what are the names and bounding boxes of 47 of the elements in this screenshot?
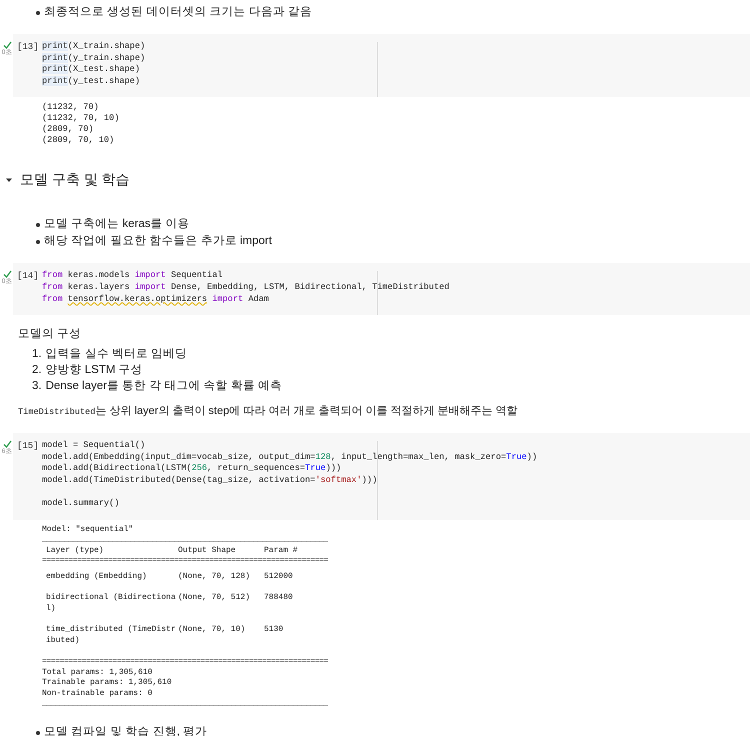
table-cell-text: 512000 xyxy=(264,572,294,582)
output-line: (2809, 70) xyxy=(42,124,95,136)
list-number: 1. xyxy=(32,347,42,362)
param-total: Trainable params: 1,305,610 xyxy=(42,678,173,689)
list-number: 3. xyxy=(32,379,42,394)
bullet-text: 최종적으로 생성된 데이터셋의 크기는 다음과 같음 xyxy=(44,6,312,18)
table-cell-text: 788480 xyxy=(264,593,294,604)
table-rule: ================================================================= xyxy=(42,556,328,567)
column-header: Output Shape xyxy=(178,546,237,556)
code-editor[interactable]: model = Sequential() model.add(Embedding(input_dim=vocab_size, output_dim=128, input_length=max_len, mask_zero=True)) model.add(Bidirectional(LSTM(256, return_sequences=True))) model.add(TimeDistributed(Dense(tag_size, activation='softmax'))) model.summary() xyxy=(42,433,538,520)
column-header: Param # xyxy=(264,546,299,556)
output-line: (11232, 70, 10) xyxy=(42,113,120,124)
output-line: (2809, 70, 10) xyxy=(42,135,116,146)
bullet-icon xyxy=(36,730,40,735)
code-editor[interactable]: from keras.models import Sequential from keras.layers import Dense, Embedding, LSTM, Bidirectional, TimeDistributed from tensorflow.keras.optimizers import Adam xyxy=(42,263,450,316)
bullet-icon xyxy=(36,11,40,15)
param-total: Non-trainable params: 0 xyxy=(42,688,154,700)
subheading-text: 모델의 구성 xyxy=(18,327,82,342)
table-cell-text: (None, 70, 128) xyxy=(178,572,252,582)
execution-count: [15] xyxy=(17,440,39,452)
code-editor[interactable]: print(X_train.shape) print(y_train.shape) print(X_test.shape) print(y_test.shape) xyxy=(42,34,146,98)
paragraph-text: TimeDistributed는 상위 layer의 출력이 step에 따라 여러 개로 출력되어 이를 적절하게 분배해주는 역할 xyxy=(18,404,519,420)
list-number: 2. xyxy=(32,363,42,378)
section-heading: 모델 구축 및 학습 xyxy=(20,171,130,190)
column-header: Layer (type) xyxy=(46,546,105,556)
table-rule: _________________________________________________________________ xyxy=(42,535,328,546)
bullet-icon xyxy=(36,223,40,228)
output-line: (11232, 70) xyxy=(42,102,100,114)
list-text: 양방향 LSTM 구성 xyxy=(46,363,143,378)
execution-count: [14] xyxy=(17,270,39,282)
bullet-text: 해당 작업에 필요한 함수들은 추가로 import xyxy=(44,235,272,248)
table-cell-text: embedding (Embedding) xyxy=(46,572,148,582)
param-total: Total params: 1,305,610 xyxy=(42,668,154,678)
table-cell-text: 5130 xyxy=(264,625,284,636)
bullet-text: 모델 구축에는 keras를 이용 xyxy=(44,218,190,230)
caret-icon[interactable] xyxy=(5,176,13,184)
execution-count: [13] xyxy=(17,41,39,53)
table-cell-text: bidirectional (Bidirectiona l) xyxy=(46,593,177,614)
table-rule: ================================================================= xyxy=(42,657,328,668)
table-cell-text: (None, 70, 512) xyxy=(178,593,252,604)
model-name: Model: "sequential" xyxy=(42,524,134,536)
table-cell-text: (None, 70, 10) xyxy=(178,625,246,636)
table-cell-text: time_distributed (TimeDistr ibuted) xyxy=(46,625,177,646)
table-rule: _________________________________________________________________ xyxy=(42,699,328,710)
bullet-icon xyxy=(36,240,40,244)
list-text: Dense layer를 통한 각 태그에 속할 확률 예측 xyxy=(46,379,282,394)
list-text: 입력을 실수 벡터로 임베딩 xyxy=(46,347,188,362)
